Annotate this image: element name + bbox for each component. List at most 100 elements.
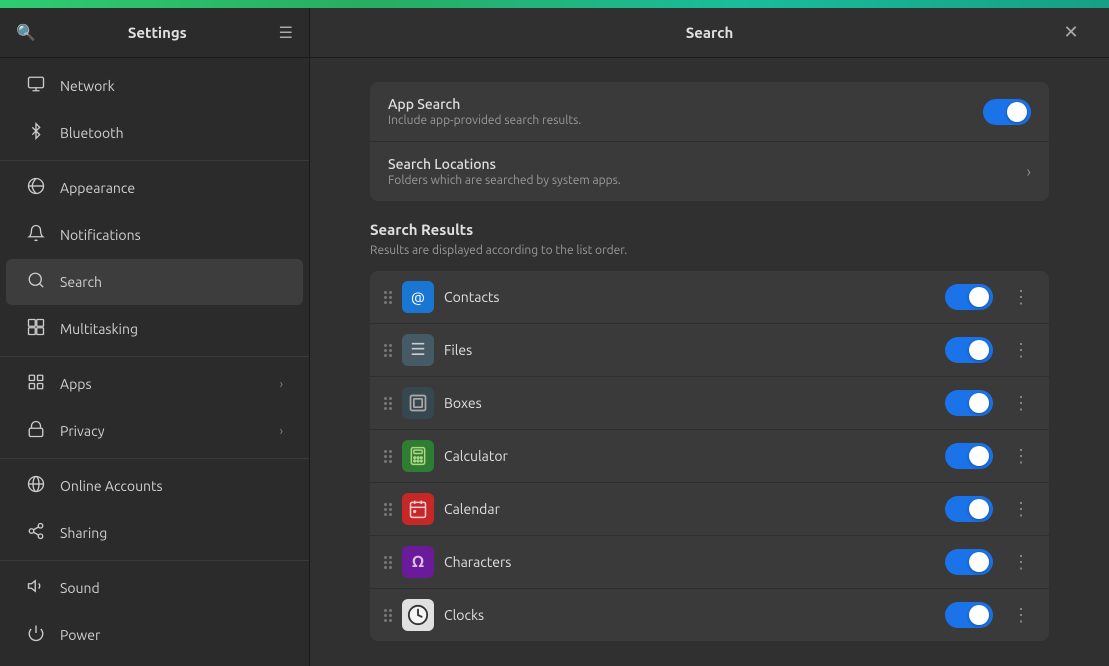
sidebar-item-label-sound: Sound [60, 580, 283, 596]
sidebar-item-label-search: Search [60, 274, 283, 290]
sharing-icon [26, 522, 46, 544]
nav-divider-4 [0, 560, 309, 561]
sidebar-item-sound[interactable]: Sound [6, 565, 303, 611]
sidebar-item-privacy[interactable]: Privacy › [6, 408, 303, 454]
sidebar-item-sharing[interactable]: Sharing [6, 510, 303, 556]
search-locations-title: Search Locations [388, 156, 1027, 172]
drag-handle-contacts[interactable] [384, 291, 392, 304]
sidebar-menu-icon[interactable]: ☰ [279, 23, 293, 42]
nav-divider-3 [0, 458, 309, 459]
sidebar-item-label-appearance: Appearance [60, 180, 283, 196]
search-results-section-subtitle: Results are displayed according to the l… [370, 244, 1049, 257]
sidebar-item-notifications[interactable]: Notifications [6, 212, 303, 258]
sidebar-item-apps[interactable]: Apps › [6, 361, 303, 407]
sidebar-item-label-apps: Apps [60, 376, 266, 392]
drag-handle-calculator[interactable] [384, 450, 392, 463]
files-toggle[interactable] [945, 337, 993, 363]
files-more-button[interactable]: ⋮ [1007, 336, 1035, 364]
search-locations-text: Search Locations Folders which are searc… [388, 156, 1027, 187]
drag-handle-boxes[interactable] [384, 397, 392, 410]
drag-handle-calendar[interactable] [384, 503, 392, 516]
sidebar-item-bluetooth[interactable]: Bluetooth [6, 110, 303, 156]
boxes-toggle[interactable] [945, 390, 993, 416]
contacts-toggle[interactable] [945, 284, 993, 310]
sidebar-search-icon[interactable]: 🔍 [16, 23, 36, 42]
power-icon [26, 624, 46, 646]
privacy-arrow-icon: › [280, 425, 283, 438]
sidebar-item-label-online-accounts: Online Accounts [60, 478, 283, 494]
network-icon [26, 75, 46, 97]
sound-icon [26, 577, 46, 599]
list-item-files[interactable]: ☰ Files ⋮ [370, 324, 1049, 377]
characters-more-button[interactable]: ⋮ [1007, 548, 1035, 576]
sidebar-title: Settings [128, 24, 187, 41]
sidebar-item-search[interactable]: Search [6, 259, 303, 305]
online-accounts-icon [26, 475, 46, 497]
sidebar-item-multitasking[interactable]: Multitasking [6, 306, 303, 352]
characters-name: Characters [444, 554, 935, 570]
list-item-characters[interactable]: Ω Characters ⋮ [370, 536, 1049, 589]
drag-handle-characters[interactable] [384, 556, 392, 569]
nav-divider-2 [0, 356, 309, 357]
multitasking-icon [26, 318, 46, 340]
main-panel: Search ✕ App Search Include app-provided… [310, 8, 1109, 666]
list-item-calculator[interactable]: Calculator ⋮ [370, 430, 1049, 483]
search-locations-row[interactable]: Search Locations Folders which are searc… [370, 142, 1049, 201]
drag-handle-files[interactable] [384, 344, 392, 357]
calendar-toggle[interactable] [945, 496, 993, 522]
app-search-toggle[interactable] [983, 99, 1031, 125]
sidebar-item-power[interactable]: Power [6, 612, 303, 658]
sidebar-item-network[interactable]: Network [6, 63, 303, 109]
app-search-text: App Search Include app-provided search r… [388, 96, 983, 127]
privacy-icon [26, 420, 46, 442]
search-results-section-title: Search Results [370, 221, 1049, 238]
appearance-icon [26, 177, 46, 199]
calculator-toggle[interactable] [945, 443, 993, 469]
notifications-icon [26, 224, 46, 246]
clocks-name: Clocks [444, 607, 935, 623]
characters-toggle[interactable] [945, 549, 993, 575]
boxes-more-button[interactable]: ⋮ [1007, 389, 1035, 417]
sidebar-nav: Network Bluetooth Appearance Notificatio… [0, 58, 309, 666]
app-search-row[interactable]: App Search Include app-provided search r… [370, 82, 1049, 142]
clocks-more-button[interactable]: ⋮ [1007, 601, 1035, 629]
calculator-more-button[interactable]: ⋮ [1007, 442, 1035, 470]
list-item-calendar[interactable]: Calendar ⋮ [370, 483, 1049, 536]
close-button[interactable]: ✕ [1057, 19, 1085, 47]
main-header: Search ✕ [310, 8, 1109, 58]
sidebar-item-label-notifications: Notifications [60, 227, 283, 243]
characters-icon: Ω [402, 546, 434, 578]
sidebar: 🔍 Settings ☰ Network Bluetooth Appearanc… [0, 8, 310, 666]
app-search-action [983, 99, 1031, 125]
apps-icon [26, 373, 46, 395]
clocks-toggle[interactable] [945, 602, 993, 628]
sidebar-item-label-privacy: Privacy [60, 423, 266, 439]
nav-divider-1 [0, 160, 309, 161]
boxes-name: Boxes [444, 395, 935, 411]
calculator-name: Calculator [444, 448, 935, 464]
sidebar-item-label-multitasking: Multitasking [60, 321, 283, 337]
top-bar [0, 0, 1109, 8]
sidebar-item-appearance[interactable]: Appearance [6, 165, 303, 211]
top-settings-card: App Search Include app-provided search r… [370, 82, 1049, 201]
calendar-name: Calendar [444, 501, 935, 517]
calendar-more-button[interactable]: ⋮ [1007, 495, 1035, 523]
list-item-clocks[interactable]: Clocks ⋮ [370, 589, 1049, 641]
list-item-contacts[interactable]: @ Contacts ⋮ [370, 271, 1049, 324]
sidebar-item-label-network: Network [60, 78, 283, 94]
sidebar-item-label-sharing: Sharing [60, 525, 283, 541]
search-locations-action: › [1027, 163, 1032, 181]
sidebar-item-label-bluetooth: Bluetooth [60, 125, 283, 141]
contacts-more-button[interactable]: ⋮ [1007, 283, 1035, 311]
files-icon: ☰ [402, 334, 434, 366]
sidebar-item-online-accounts[interactable]: Online Accounts [6, 463, 303, 509]
page-title: Search [686, 24, 734, 41]
sidebar-header: 🔍 Settings ☰ [0, 8, 309, 58]
calendar-icon [402, 493, 434, 525]
contacts-name: Contacts [444, 289, 935, 305]
sidebar-item-label-power: Power [60, 627, 283, 643]
drag-handle-clocks[interactable] [384, 609, 392, 622]
contacts-icon: @ [402, 281, 434, 313]
list-item-boxes[interactable]: Boxes ⋮ [370, 377, 1049, 430]
calculator-icon [402, 440, 434, 472]
